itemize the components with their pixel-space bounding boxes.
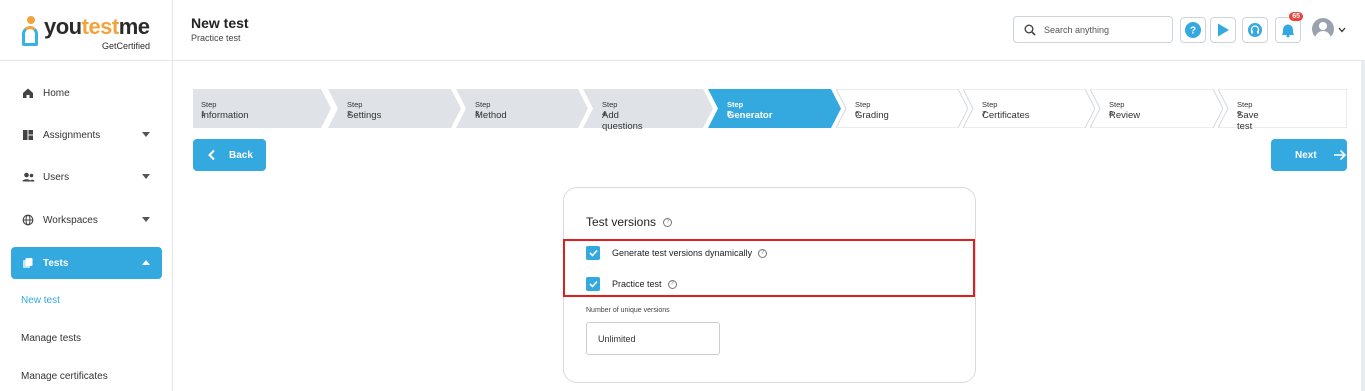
- step-label: Grading: [855, 110, 889, 121]
- bell-icon: [1282, 24, 1294, 38]
- help-button[interactable]: ?: [1180, 17, 1206, 43]
- scrollbar[interactable]: [1361, 61, 1365, 391]
- step-label: Generator: [727, 110, 773, 121]
- home-icon: [21, 86, 35, 100]
- sidebar-subitem-manage-certificates[interactable]: Manage certificates: [21, 371, 108, 382]
- help-icon: ?: [1185, 22, 1201, 38]
- highlight-box: [563, 239, 975, 297]
- chevron-down-icon: [142, 132, 150, 137]
- step-label: Information: [201, 110, 249, 121]
- chevron-down-icon[interactable]: [1338, 27, 1346, 33]
- field-value: Unlimited: [598, 333, 636, 344]
- brand-tagline: GetCertified: [102, 41, 151, 51]
- sidebar: youtestme GetCertified Home Assignments …: [0, 0, 173, 391]
- globe-icon: [21, 213, 35, 227]
- page-subtitle: Practice test: [191, 33, 241, 43]
- sidebar-item-label: Users: [43, 171, 70, 183]
- search-input[interactable]: Search anything: [1013, 16, 1173, 43]
- users-icon: [21, 170, 35, 184]
- notifications-button[interactable]: 65: [1275, 12, 1303, 43]
- assignments-icon: [21, 128, 35, 142]
- sidebar-item-label: Home: [43, 87, 70, 99]
- next-button[interactable]: Next: [1271, 139, 1347, 171]
- headset-icon: [1248, 23, 1262, 37]
- sidebar-item-label: Workspaces: [43, 214, 98, 226]
- brand-name: youtestme: [44, 14, 150, 39]
- search-icon: [1024, 24, 1036, 36]
- logo-mark-icon: [22, 16, 40, 46]
- step-label: Review: [1109, 110, 1141, 121]
- sidebar-item-workspaces[interactable]: Workspaces: [11, 204, 162, 236]
- sidebar-subitem-new-test[interactable]: New test: [21, 295, 60, 306]
- back-button[interactable]: Back: [193, 139, 266, 171]
- step-label: Settings: [347, 110, 382, 121]
- avatar[interactable]: [1312, 18, 1334, 40]
- search-placeholder: Search anything: [1044, 24, 1110, 35]
- chevron-up-icon: [142, 260, 150, 265]
- step-label: Certificates: [982, 110, 1030, 121]
- sidebar-item-home[interactable]: Home: [11, 77, 162, 109]
- arrow-right-icon: [1333, 149, 1346, 161]
- chevron-left-icon: [208, 149, 215, 161]
- sidebar-item-label: Assignments: [43, 129, 101, 141]
- sidebar-item-tests[interactable]: Tests: [11, 247, 162, 279]
- chevron-down-icon: [142, 217, 150, 222]
- notification-badge: 65: [1289, 12, 1303, 21]
- page-title: New test: [191, 15, 249, 31]
- play-icon: [1218, 23, 1229, 37]
- tests-icon: [21, 256, 35, 270]
- next-label: Next: [1295, 149, 1317, 161]
- chevron-down-icon: [142, 174, 150, 179]
- back-label: Back: [229, 149, 253, 161]
- sidebar-divider: [0, 60, 173, 61]
- svg-text:?: ?: [1190, 26, 1196, 37]
- unique-versions-label: Number of unique versions: [586, 307, 670, 314]
- support-button[interactable]: [1242, 17, 1268, 43]
- brand-logo[interactable]: youtestme GetCertified: [22, 14, 162, 54]
- step-label: Save test: [1237, 110, 1259, 132]
- help-circle-icon[interactable]: ?: [663, 218, 673, 228]
- step-label: Add questions: [602, 110, 643, 132]
- sidebar-item-assignments[interactable]: Assignments: [11, 119, 162, 151]
- play-tutorial-button[interactable]: [1210, 17, 1236, 43]
- step-label: Method: [475, 110, 507, 121]
- sidebar-item-users[interactable]: Users: [11, 161, 162, 193]
- top-header: New test Practice test Search anything ?…: [173, 0, 1365, 61]
- card-title: Test versions ?: [586, 215, 673, 229]
- unique-versions-field[interactable]: Unlimited: [586, 322, 720, 355]
- sidebar-item-label: Tests: [43, 257, 69, 269]
- sidebar-subitem-manage-tests[interactable]: Manage tests: [21, 333, 81, 344]
